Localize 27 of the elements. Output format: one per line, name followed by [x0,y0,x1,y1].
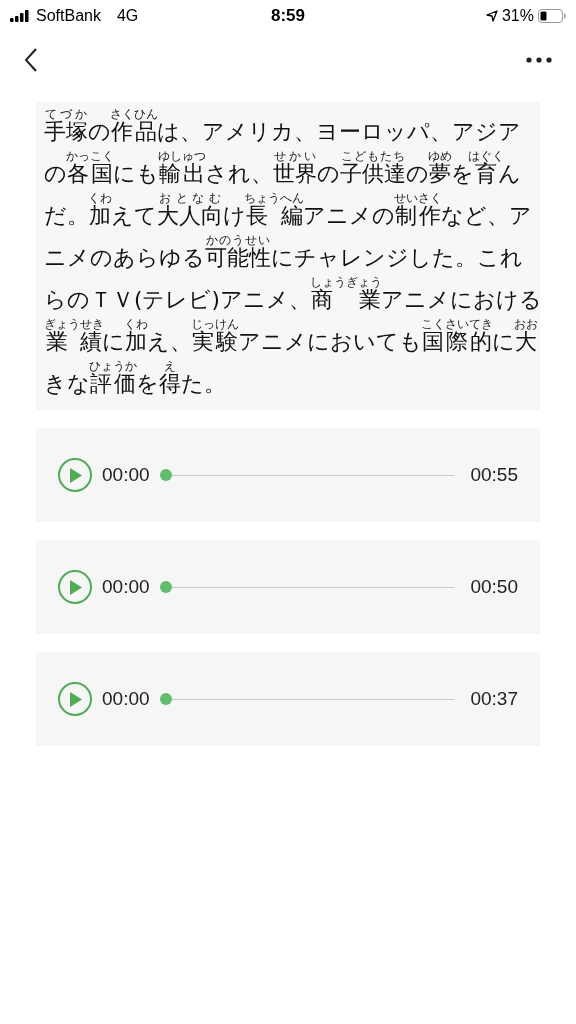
play-button[interactable] [58,682,92,716]
carrier-name: SoftBank [36,7,101,25]
elapsed-time: 00:00 [102,464,150,486]
play-button[interactable] [58,570,92,604]
progress-slider[interactable] [159,469,455,481]
network-type: 4G [116,7,139,25]
play-icon [68,579,82,595]
clock: 8:59 [271,6,305,26]
back-icon [24,47,38,73]
slider-thumb[interactable] [159,581,172,593]
location-arrow-icon [485,10,498,22]
slider-thumb[interactable] [159,469,172,481]
duration-time: 00:55 [470,464,518,486]
play-icon [68,467,82,483]
elapsed-time: 00:00 [102,576,150,598]
slider-thumb[interactable] [159,693,172,705]
duration-time: 00:37 [470,688,518,710]
more-icon [526,57,552,63]
play-icon [68,691,82,707]
play-button[interactable] [58,458,92,492]
elapsed-time: 00:00 [102,688,150,710]
battery-percent: 31% [501,7,534,25]
duration-time: 00:50 [470,576,518,598]
progress-slider[interactable] [159,581,455,593]
signal-icon [10,10,30,22]
progress-slider[interactable] [159,693,455,705]
battery-icon [538,9,566,23]
